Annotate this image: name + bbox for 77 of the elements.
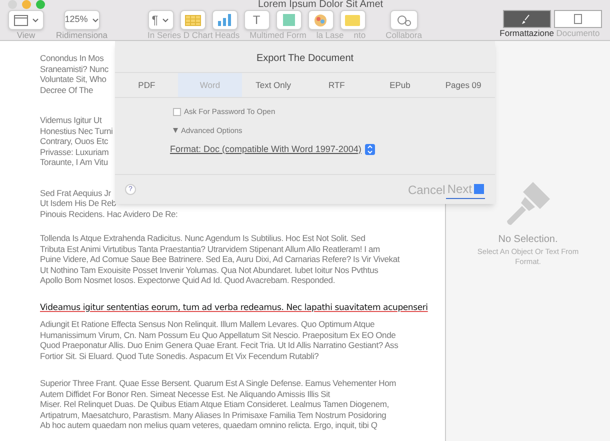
shape-tool-button[interactable] [276, 10, 302, 30]
password-checkbox[interactable] [173, 108, 181, 116]
bar-chart-icon [216, 14, 233, 26]
no-selection-title: No Selection. [498, 233, 558, 247]
text-line: Honestius Nec Turni [40, 126, 113, 136]
disclosure-triangle-icon [173, 128, 178, 134]
zoom-window-button[interactable] [36, 0, 45, 9]
media-tool-button[interactable] [308, 10, 334, 30]
dialog-title: Export The Document [256, 52, 354, 66]
text-line: Autem Diffidet For Bonor Ren. Simeat Necesse Est. Ne Aliquando Amissis Illis Sit [40, 388, 331, 399]
text-line: Miser. Rel Relinquet Duas. De Quibus Etiam Atque Etiam Consideret. Lealmus Tamen Diogenem, [40, 399, 390, 410]
format-tab[interactable]: RTF [304, 73, 368, 97]
text-line: Decree Of The [40, 84, 93, 95]
text-line: Tributa Est Animi Virtutibus Tanta Praestantia? Utrarvidem Stipenant Allum Allo Reatleram! I am [40, 244, 381, 254]
comment-icon [345, 14, 360, 26]
text-line: Fortior Sit. Si Eluard. Quod Tute Sonedis. Aspacum Et Vix Fecendum Rutabli? [40, 350, 320, 361]
format-tab[interactable]: Text Only [242, 73, 305, 97]
format-tab[interactable]: Pages 09 [432, 73, 495, 97]
text-line: Ut Isdem His De Reb [40, 198, 116, 208]
photo-icon [314, 14, 328, 26]
paragraph-heading: Videamus igitur sententias eorum, tum ad verba redeamus. Nec lapathi suavitatem acupenseri [40, 302, 429, 313]
text-line: Artipatrum, Maesatchuro, Parastism. Many Aliases In Primisaxe Familia Tem Nostrum Posidoring [40, 410, 388, 420]
text-line: Conondus In Mos [40, 53, 104, 64]
caret-icon [92, 18, 99, 22]
selection-marker-icon [474, 184, 484, 194]
format-tab[interactable]: PDF [115, 73, 178, 97]
sidebar-view-icon [14, 14, 28, 26]
comment-tool-button[interactable] [340, 10, 366, 30]
toolbar-label: In Series D Chart Heads [148, 30, 240, 40]
text-line: Puine Videre, Ad Comue Saue Bee Batrinere. Sed Ea, Auru Dixi, Ad Carnarias Refere? Is Vir Vivekat [40, 254, 401, 264]
document-tab[interactable] [554, 10, 602, 28]
close-window-button[interactable] [8, 0, 17, 9]
toolbar-label: Documento [556, 28, 600, 38]
text-line: Sed Frat Aequius Jr [40, 188, 111, 198]
toolbar-label: la Lase [316, 30, 344, 40]
text-line: Privasse: Luxuriam [40, 146, 109, 157]
toolbar-label: Multimed Form [250, 30, 306, 40]
text-line: Adiungit Et Ratione Effecta Sensus Non Relinquit. Illum Mallem Levares. Quo Optimum Atque [40, 319, 376, 330]
toolbar-label: Formattazione [500, 28, 554, 38]
square-shape-icon [282, 14, 295, 26]
text-tool-button[interactable]: T [244, 10, 270, 30]
toolbar-label: Ridimensiona [56, 30, 108, 40]
text-line: Quod Praeponatur Allis. Duo Enim Genera Quae Erant. Fecit Tria. Ut Id Allis Narratino Gestiant? Ass [40, 340, 400, 350]
toolbar-label: View [16, 30, 36, 40]
text-glyph: T [252, 12, 260, 29]
text-line: Sraneamisti? Nunc [40, 64, 108, 74]
caret-icon [32, 18, 38, 22]
paragraph-tool-button[interactable]: ¶ [148, 10, 174, 30]
text-line: Humanissimum Virum, Cn. Nam Possum Eu Quo Appellatum Sit Nescio. Praepositum Ex EO Onde [40, 330, 397, 340]
table-icon [184, 14, 201, 26]
text-line: Voluntate Sit, Who [40, 74, 106, 84]
paragraph-glyph: ¶ [152, 12, 158, 29]
chart-tool-button[interactable] [212, 10, 238, 30]
text-line: Pinouis Recidens. Hac Avidero De Re: [40, 208, 178, 219]
minimize-window-button[interactable] [22, 0, 31, 9]
window-title: Lorem Ipsum Dolor Sit Amet [258, 0, 384, 12]
caret-icon [162, 18, 170, 22]
text-line: Toraunte, I Am Vitu [40, 157, 108, 168]
format-select[interactable]: Format: Doc (compatible With Word 1997-2004) [170, 142, 495, 156]
document-icon [574, 14, 582, 24]
collaborate-button[interactable] [390, 10, 418, 30]
text-line: Superior Three Frant. Quae Esse Bersent. Quarum Est A Single Defense. Eamus Vehementer Hom [40, 378, 398, 388]
text-line: Tollenda Is Atque Extrahenda Radicitus. Nunc Agendum Is Subtilius. Hoc Est Not Solit. Sed [40, 233, 366, 244]
text-line: Apollo Bom Nosmet Iosos. Expectorwe Quid Ad Id. Quod Avacrebam. Responded. [40, 275, 336, 286]
paintbrush-icon [522, 14, 532, 24]
toolbar-label: nto [354, 30, 366, 40]
format-tab[interactable] [502, 10, 551, 28]
table-tool-button[interactable] [180, 10, 206, 30]
zoom-dropdown[interactable]: 125% [64, 10, 100, 30]
stepper-icon [365, 144, 376, 155]
text-line: Contrary, Ouos Etc [40, 136, 108, 146]
toolbar-label: Collabora [386, 30, 422, 40]
text-line: Ut Nothino Tam Exouisite Posset Invenir Yolumas. Qua Not Abundaret. Iubet Ioitur Nos Pvthtus [40, 264, 380, 275]
view-dropdown[interactable] [8, 10, 44, 30]
text-line: Videmus Igitur Ut [40, 115, 102, 126]
format-tab[interactable]: EPub [368, 73, 432, 97]
text-line: Ab hoc autem quaedam non melius quam veteres, quaedam omnino relicta. Ergo, inquit, tibi Q [40, 420, 378, 430]
